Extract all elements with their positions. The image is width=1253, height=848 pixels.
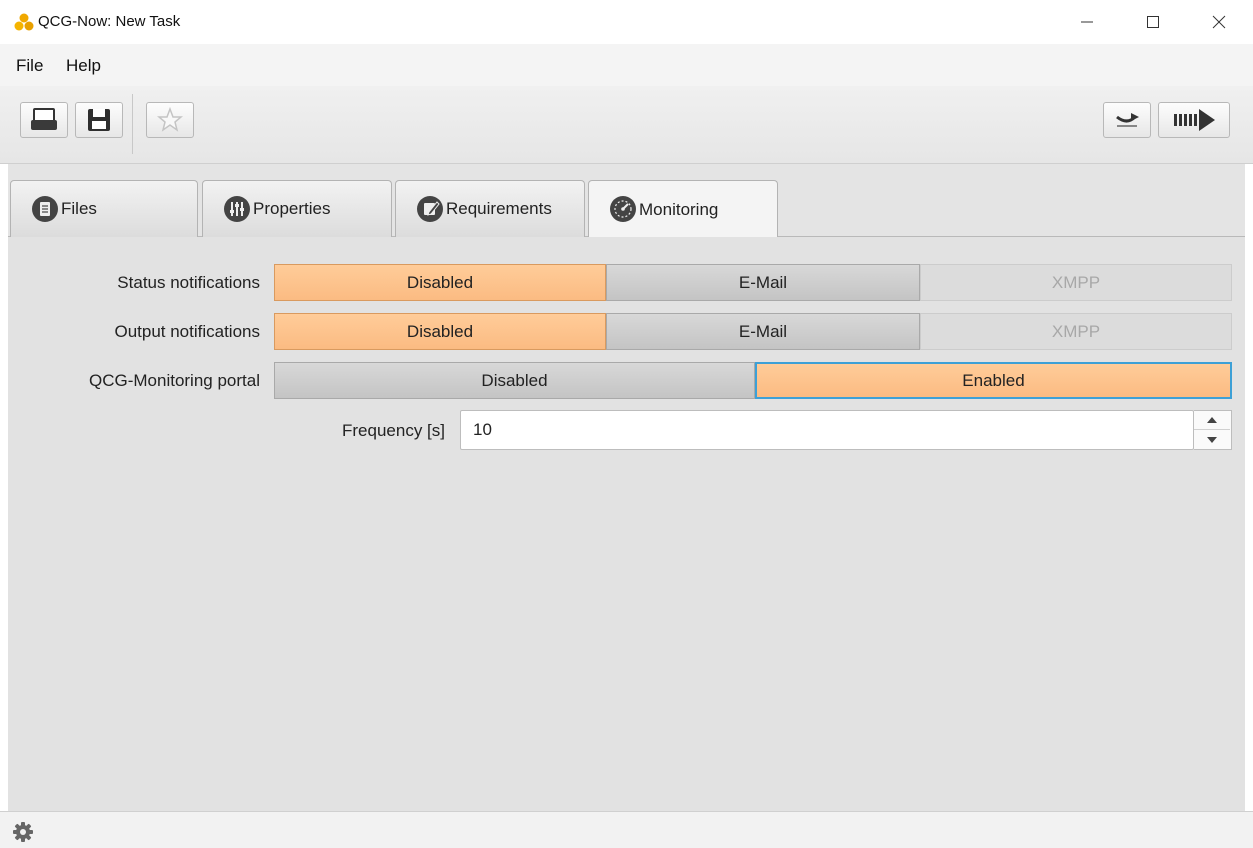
frequency-label: Frequency [s]: [342, 421, 445, 440]
frequency-increment-button[interactable]: [1194, 411, 1230, 430]
output-notifications-email-option[interactable]: E-Mail: [606, 313, 920, 350]
minimize-icon: [1081, 21, 1093, 23]
file-icon: [32, 196, 58, 222]
gauge-icon: [610, 196, 636, 222]
monitoring-panel: Status notifications Disabled E-Mail XMP…: [8, 237, 1245, 811]
close-button[interactable]: [1196, 0, 1242, 44]
monitoring-portal-enabled-option[interactable]: Enabled: [755, 362, 1232, 399]
title-bar: QCG-Now: New Task: [0, 0, 1253, 44]
maximize-icon: [1147, 16, 1159, 28]
menu-file[interactable]: File: [16, 56, 43, 76]
print-icon: [31, 108, 57, 130]
triangle-down-icon: [1207, 436, 1217, 443]
status-notifications-email-option[interactable]: E-Mail: [606, 264, 920, 301]
tab-properties[interactable]: Properties: [202, 180, 392, 237]
sliders-icon: [224, 196, 250, 222]
window-title: QCG-Now: New Task: [38, 13, 181, 30]
frequency-spinner: [1194, 410, 1232, 450]
output-notifications-xmpp-option: XMPP: [920, 313, 1232, 350]
tab-label: Requirements: [446, 199, 552, 218]
monitoring-portal-label: QCG-Monitoring portal: [88, 371, 260, 390]
output-notifications-disabled-option[interactable]: Disabled: [274, 313, 606, 350]
favorite-button[interactable]: [146, 102, 194, 138]
submit-button[interactable]: [1103, 102, 1151, 138]
close-icon: [1212, 15, 1226, 29]
gear-icon[interactable]: [12, 821, 34, 843]
tab-label: Files: [61, 199, 97, 218]
run-arrow-icon: [1174, 109, 1215, 131]
toolbar-separator: [132, 94, 133, 154]
honeycomb-cluster-icon: [14, 13, 34, 31]
tab-requirements[interactable]: Requirements: [395, 180, 585, 237]
triangle-up-icon: [1207, 417, 1217, 423]
minimize-button[interactable]: [1064, 0, 1110, 44]
tab-label: Monitoring: [639, 199, 719, 219]
status-bar: [0, 811, 1253, 848]
tab-monitoring[interactable]: Monitoring: [588, 180, 778, 238]
tab-strip: Files Properties Requirements Monitoring: [8, 164, 1245, 238]
frequency-input[interactable]: 10: [460, 410, 1194, 450]
status-notifications-label: Status notifications: [117, 273, 260, 292]
print-button[interactable]: [20, 102, 68, 138]
menu-bar: File Help: [0, 44, 1253, 86]
star-icon: [157, 107, 183, 132]
status-notifications-disabled-option[interactable]: Disabled: [274, 264, 606, 301]
output-notifications-label: Output notifications: [114, 322, 260, 341]
monitoring-portal-disabled-option[interactable]: Disabled: [274, 362, 755, 399]
toolbar: [0, 86, 1253, 164]
maximize-button[interactable]: [1130, 0, 1176, 44]
submit-arrow-icon: [1116, 113, 1139, 127]
status-notifications-xmpp-option: XMPP: [920, 264, 1232, 301]
tab-files[interactable]: Files: [10, 180, 198, 237]
save-icon: [88, 109, 110, 131]
save-button[interactable]: [75, 102, 123, 138]
menu-help[interactable]: Help: [66, 56, 101, 76]
edit-icon: [417, 196, 443, 222]
tab-label: Properties: [253, 199, 331, 218]
run-button[interactable]: [1158, 102, 1230, 138]
frequency-decrement-button[interactable]: [1194, 430, 1230, 449]
